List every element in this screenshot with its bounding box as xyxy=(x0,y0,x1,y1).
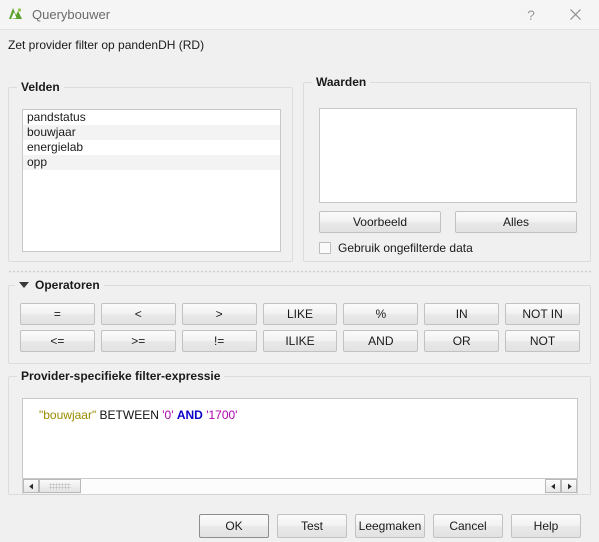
operator-button-ilike[interactable]: ILIKE xyxy=(262,330,338,352)
cancel-button[interactable]: Cancel xyxy=(433,513,503,538)
expression-token-string-low: '0' xyxy=(162,408,174,422)
clear-button[interactable]: Leegmaken xyxy=(355,513,425,538)
list-item[interactable]: pandstatus xyxy=(23,110,280,125)
operator-button-greater-equal[interactable]: >= xyxy=(100,330,176,352)
list-item[interactable]: opp xyxy=(23,155,280,170)
operator-button-and[interactable]: AND xyxy=(343,330,419,352)
dialog-subtitle: Zet provider filter op pandenDH (RD) xyxy=(8,38,205,52)
expression-group-title: Provider-specifieke filter-expressie xyxy=(17,369,225,383)
test-button[interactable]: Test xyxy=(277,513,347,538)
expression-text: "bouwjaar" BETWEEN '0' AND '1700' xyxy=(23,399,577,422)
expression-editor[interactable]: "bouwjaar" BETWEEN '0' AND '1700' xyxy=(22,398,578,479)
expression-token-string-high: '1700' xyxy=(206,408,238,422)
expression-token-and: AND xyxy=(176,408,203,422)
operator-button-greater-than[interactable]: > xyxy=(181,303,257,325)
operator-button-not[interactable]: NOT xyxy=(505,330,580,352)
use-unfiltered-data-label: Gebruik ongefilterde data xyxy=(338,241,473,255)
values-group-title: Waarden xyxy=(312,75,371,89)
operator-button-less-than[interactable]: < xyxy=(100,303,176,325)
operators-grid: = < > LIKE % IN NOT IN <= >= != ILIKE AN… xyxy=(20,303,580,352)
expression-horizontal-scrollbar[interactable] xyxy=(22,479,578,495)
scrollbar-grip-icon xyxy=(49,482,71,490)
qgis-logo-icon xyxy=(7,6,24,23)
window-titlebar: Querybouwer ? xyxy=(0,0,599,30)
operators-group: Operatoren = < > LIKE % IN NOT IN <= >= … xyxy=(8,278,591,364)
operator-button-in[interactable]: IN xyxy=(424,303,500,325)
operator-button-not-in[interactable]: NOT IN xyxy=(505,303,580,325)
use-unfiltered-data-checkbox[interactable] xyxy=(319,242,331,254)
list-item[interactable]: bouwjaar xyxy=(23,125,280,140)
dialog-button-bar: OK Test Leegmaken Cancel Help xyxy=(0,509,599,542)
window-title: Querybouwer xyxy=(32,7,111,22)
fields-list[interactable]: pandstatus bouwjaar energielab opp xyxy=(22,109,281,252)
chevron-down-icon[interactable] xyxy=(19,282,29,288)
fields-group: Velden pandstatus bouwjaar energielab op… xyxy=(8,80,293,262)
operators-group-label: Operatoren xyxy=(35,278,100,292)
ok-button[interactable]: OK xyxy=(199,513,269,538)
values-list[interactable] xyxy=(319,108,577,203)
operator-button-equals[interactable]: = xyxy=(20,303,95,325)
values-group: Waarden Voorbeeld Alles Gebruik ongefilt… xyxy=(303,75,591,262)
all-values-button[interactable]: Alles xyxy=(455,211,577,233)
scroll-left-arrow-icon[interactable] xyxy=(23,479,39,493)
scroll-right-arrow-icon[interactable] xyxy=(561,479,577,493)
list-item[interactable]: energielab xyxy=(23,140,280,155)
sample-values-button[interactable]: Voorbeeld xyxy=(319,211,441,233)
scrollbar-thumb[interactable] xyxy=(39,479,81,493)
expression-token-field: "bouwjaar" xyxy=(39,408,97,422)
help-button[interactable]: Help xyxy=(511,513,581,538)
dialog-body: Zet provider filter op pandenDH (RD) Vel… xyxy=(0,30,599,538)
scroll-left-arrow-icon-end[interactable] xyxy=(545,479,561,493)
operator-button-less-equal[interactable]: <= xyxy=(20,330,95,352)
expression-token-between: BETWEEN xyxy=(96,408,163,422)
fields-group-title: Velden xyxy=(17,80,64,94)
operator-button-or[interactable]: OR xyxy=(424,330,500,352)
operators-group-title[interactable]: Operatoren xyxy=(15,278,104,292)
operator-button-not-equal[interactable]: != xyxy=(181,330,257,352)
use-unfiltered-data-row[interactable]: Gebruik ongefilterde data xyxy=(319,241,473,255)
operator-button-like[interactable]: LIKE xyxy=(262,303,338,325)
close-icon[interactable] xyxy=(553,0,597,29)
operator-button-percent[interactable]: % xyxy=(343,303,419,325)
help-titlebar-button[interactable]: ? xyxy=(509,0,553,29)
expression-group: Provider-specifieke filter-expressie "bo… xyxy=(8,369,591,495)
splitter-grip-icon xyxy=(8,269,591,273)
panel-splitter-handle[interactable] xyxy=(8,268,591,274)
scrollbar-track[interactable] xyxy=(81,479,545,494)
